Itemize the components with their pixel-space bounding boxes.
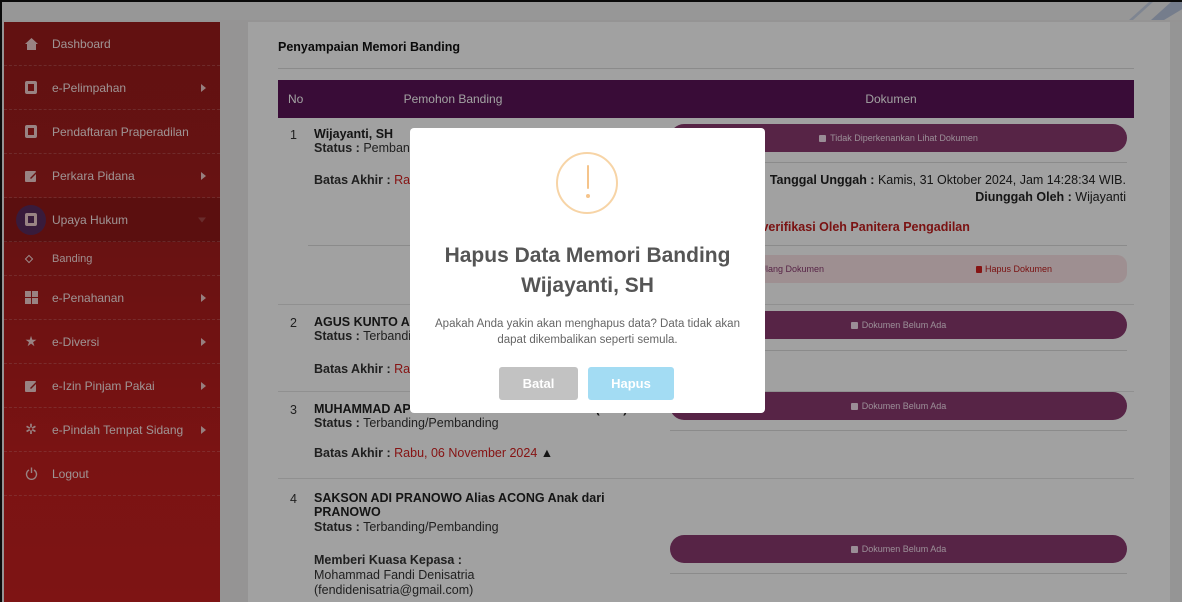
cancel-button[interactable]: Batal <box>499 367 578 400</box>
warning-icon <box>556 152 618 214</box>
dialog-title-line: Wijayanti, SH <box>521 274 654 297</box>
confirm-delete-dialog: Hapus Data Memori Banding Wijayanti, SH … <box>410 128 765 413</box>
warning-icon-dot <box>586 194 590 198</box>
dialog-message: Apakah Anda yakin akan menghapus data? D… <box>435 318 740 346</box>
warning-icon-bar <box>587 165 589 189</box>
confirm-delete-button[interactable]: Hapus <box>588 367 674 400</box>
dialog-title-line: Hapus Data Memori Banding <box>444 244 731 267</box>
dialog-title: Hapus Data Memori Banding Wijayanti, SH <box>410 241 765 301</box>
